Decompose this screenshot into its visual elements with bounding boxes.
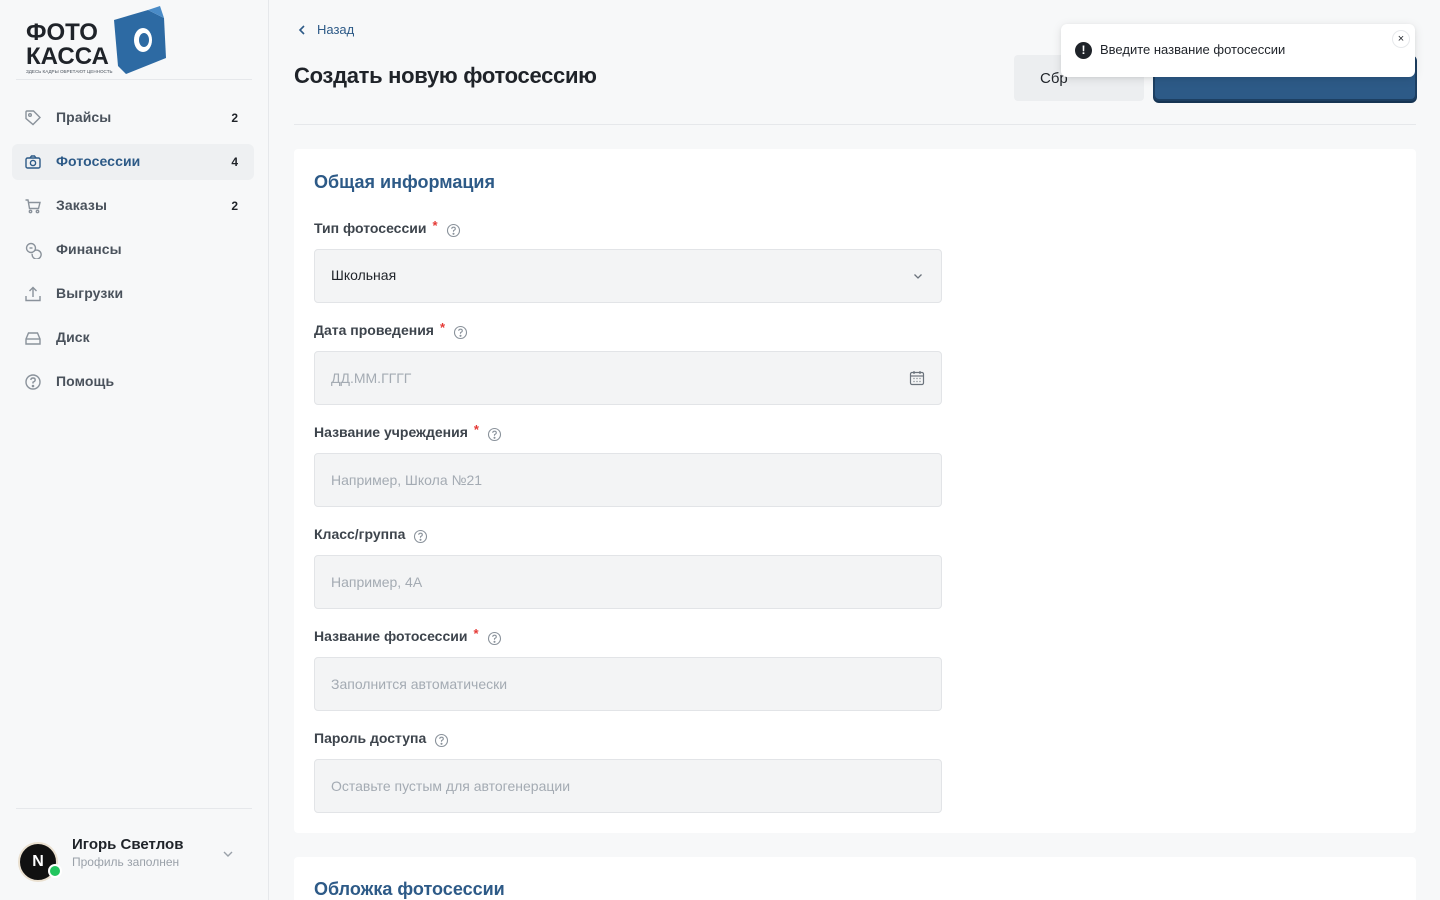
sidebar-item-count: 4 <box>231 155 238 169</box>
required-mark: * <box>473 625 479 641</box>
session-name-label: Название фотосессии * <box>314 625 502 646</box>
group-label: Класс/группа <box>314 526 428 544</box>
logo-divider <box>16 79 252 80</box>
sidebar-item-help[interactable]: Помощь <box>12 364 254 400</box>
password-input[interactable] <box>314 759 942 813</box>
sidebar-item-label: Выгрузки <box>56 285 124 301</box>
sidebar-item-finance[interactable]: Финансы <box>12 232 254 268</box>
sidebar-item-count: 2 <box>231 111 238 125</box>
alert-icon: ! <box>1075 42 1092 59</box>
chevron-down-icon <box>911 269 925 283</box>
required-mark: * <box>432 217 438 233</box>
field-label-text: Название фотосессии <box>314 628 468 644</box>
institution-label: Название учреждения * <box>314 421 502 442</box>
sidebar-item-uploads[interactable]: Выгрузки <box>12 276 254 312</box>
field-label-text: Класс/группа <box>314 526 406 542</box>
help-circle-icon <box>24 373 42 391</box>
sidebar-item-prices[interactable]: Прайсы 2 <box>12 100 254 136</box>
help-icon[interactable] <box>446 223 461 238</box>
help-icon[interactable] <box>487 631 502 646</box>
hard-drive-icon <box>24 329 42 347</box>
group-input[interactable] <box>314 555 942 609</box>
main-content: Назад Создать новую фотосессию Сбр Общая… <box>270 0 1440 900</box>
sidebar-item-orders[interactable]: Заказы 2 <box>12 188 254 224</box>
session-name-input[interactable] <box>314 657 942 711</box>
required-mark: * <box>473 421 479 437</box>
back-link[interactable]: Назад <box>296 22 354 37</box>
help-icon[interactable] <box>434 733 449 748</box>
online-status-dot <box>48 864 62 878</box>
logo-line1: ФОТО <box>26 19 98 46</box>
section-title: Обложка фотосессии <box>314 879 505 899</box>
field-label-text: Дата проведения <box>314 322 434 338</box>
required-mark: * <box>439 319 446 335</box>
header-divider <box>294 124 1416 125</box>
logo-tagline: ЗДЕСЬ КАДРЫ ОБРЕТАЮТ ЦЕННОСТЬ <box>26 69 113 74</box>
calendar-icon[interactable] <box>908 369 926 387</box>
help-icon[interactable] <box>413 529 428 544</box>
brand-logo[interactable]: ФОТО КАССА ЗДЕСЬ КАДРЫ ОБРЕТАЮТ ЦЕННОСТЬ <box>26 6 168 76</box>
sidebar-item-label: Диск <box>56 329 90 345</box>
help-icon[interactable] <box>487 427 502 442</box>
profile-status: Профиль заполнен <box>72 855 180 869</box>
page-title: Создать новую фотосессию <box>294 63 597 88</box>
field-label-text: Название учреждения <box>314 424 468 440</box>
profile-menu[interactable]: N Игорь Светлов Профиль заполнен <box>16 826 252 886</box>
price-tag-icon <box>24 109 42 127</box>
coins-icon <box>24 241 42 259</box>
field-label-text: Пароль доступа <box>314 730 427 746</box>
sidebar-item-label: Помощь <box>56 373 115 389</box>
chevron-left-icon <box>298 24 305 35</box>
error-toast: ! Введите название фотосессии × <box>1061 24 1415 77</box>
cover-card: Обложка фотосессии <box>294 857 1416 900</box>
password-label: Пароль доступа <box>314 730 449 748</box>
sidebar: ФОТО КАССА ЗДЕСЬ КАДРЫ ОБРЕТАЮТ ЦЕННОСТЬ… <box>0 0 269 900</box>
institution-input[interactable] <box>314 453 942 507</box>
sidebar-item-disk[interactable]: Диск <box>12 320 254 356</box>
type-label: Тип фотосессии * <box>314 217 461 238</box>
field-label-text: Тип фотосессии <box>314 220 427 236</box>
date-input[interactable] <box>314 351 942 405</box>
type-select-value: Школьная <box>331 267 397 283</box>
profile-name: Игорь Светлов <box>72 836 184 853</box>
back-label: Назад <box>317 22 355 37</box>
sidebar-item-label: Финансы <box>56 241 122 257</box>
sidebar-item-label: Заказы <box>56 197 108 213</box>
section-title: Общая информация <box>314 172 495 192</box>
profile-divider <box>16 808 252 809</box>
help-icon[interactable] <box>453 325 468 340</box>
sidebar-item-count: 2 <box>231 199 238 213</box>
chevron-down-icon <box>220 846 236 862</box>
sidebar-nav: Прайсы 2 Фотосессии 4 Заказы 2 Финансы В… <box>12 100 254 408</box>
date-label: Дата проведения * <box>314 319 468 340</box>
toast-message: Введите название фотосессии <box>1100 42 1286 57</box>
sidebar-item-photosessions[interactable]: Фотосессии 4 <box>12 144 254 180</box>
general-info-card: Общая информация Тип фотосессии * Школьн… <box>294 149 1416 833</box>
camera-icon <box>24 153 42 171</box>
close-icon[interactable]: × <box>1392 30 1410 48</box>
sidebar-item-label: Фотосессии <box>56 153 141 169</box>
logo-line2: КАССА <box>26 43 109 70</box>
sidebar-item-label: Прайсы <box>56 109 112 125</box>
upload-icon <box>24 285 42 303</box>
type-select[interactable]: Школьная <box>314 249 942 303</box>
shopping-cart-icon <box>24 197 42 215</box>
